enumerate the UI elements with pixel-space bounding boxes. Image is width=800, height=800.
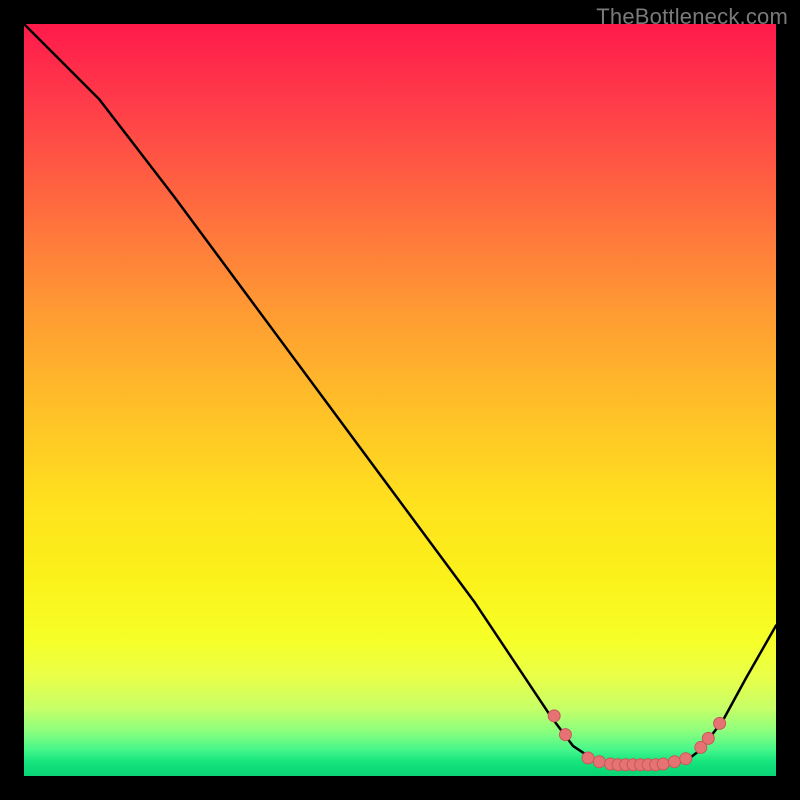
curve-marker (559, 729, 571, 741)
chart-svg (24, 24, 776, 776)
curve-markers (548, 710, 725, 771)
curve-marker (702, 732, 714, 744)
curve-marker (657, 758, 669, 770)
bottleneck-curve (24, 24, 776, 765)
curve-marker (548, 710, 560, 722)
plot-area (24, 24, 776, 776)
curve-marker (668, 756, 680, 768)
chart-stage: TheBottleneck.com (0, 0, 800, 800)
curve-marker (714, 717, 726, 729)
curve-marker (680, 753, 692, 765)
curve-marker (593, 756, 605, 768)
curve-marker (582, 752, 594, 764)
